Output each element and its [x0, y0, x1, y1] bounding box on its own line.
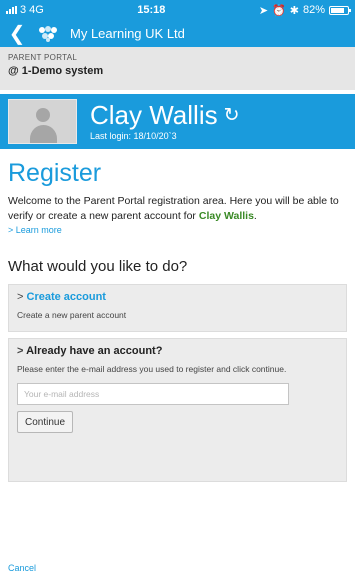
intro-text: Welcome to the Parent Portal registratio… [8, 194, 347, 224]
bluetooth-icon: ✱ [289, 4, 299, 17]
page-title: Register [8, 159, 102, 187]
existing-account-subtitle: Please enter the e-mail address you used… [17, 364, 287, 374]
main-content: Register Welcome to the Parent Portal re… [0, 158, 355, 482]
existing-account-title: Already have an account? [26, 345, 163, 357]
create-account-card[interactable]: > Create account Create a new parent acc… [8, 284, 347, 332]
location-icon: ➤ [258, 4, 269, 17]
create-arrow: > [17, 291, 24, 303]
continue-button[interactable]: Continue [17, 411, 74, 433]
last-login: Last login: 18/10/20`3 [90, 131, 240, 141]
existing-account-card: > Already have an account? Please enter … [8, 338, 347, 482]
status-left: 3 4G [6, 4, 44, 16]
intro-end: . [253, 210, 257, 222]
create-account-link[interactable]: Create account [27, 291, 106, 303]
user-info: Clay Wallis ↻ Last login: 18/10/20`3 [90, 102, 240, 141]
portal-label: PARENT PORTAL [8, 53, 78, 62]
user-banner: Clay Wallis ↻ Last login: 18/10/20`3 [0, 94, 355, 149]
intro-body: Welcome to the Parent Portal registratio… [8, 195, 339, 222]
network-label: 4G [29, 4, 44, 16]
cancel-link[interactable]: Cancel [8, 563, 36, 573]
status-right: ➤ ⏰ ✱ 82% [258, 4, 351, 17]
app-title: My Learning UK Ltd [70, 26, 185, 41]
portal-header: PARENT PORTAL @ 1-Demo system [0, 47, 355, 90]
app-bar: ❮ My Learning UK Ltd [0, 20, 355, 47]
clock: 15:18 [137, 4, 166, 16]
chevron-left-icon[interactable]: ❮ [8, 24, 26, 44]
battery-icon [329, 5, 351, 15]
signal-strength-icon [6, 6, 17, 14]
create-account-subtitle: Create a new parent account [17, 310, 127, 320]
user-name: Clay Wallis [90, 100, 218, 130]
question-heading: What would you like to do? [8, 258, 188, 275]
user-name-row: Clay Wallis ↻ [90, 102, 240, 128]
last-login-label: Last login: [90, 131, 132, 141]
carrier-label: 3 [20, 4, 27, 16]
status-bar: 3 4G 15:18 ➤ ⏰ ✱ 82% [0, 0, 355, 20]
intro-child-name: Clay Wallis [198, 210, 254, 222]
system-name: @ 1-Demo system [8, 65, 104, 77]
learn-more-link[interactable]: > Learn more [8, 225, 347, 235]
alarm-icon: ⏰ [272, 4, 286, 17]
user-avatar-icon [8, 99, 77, 144]
app-logo-icon [36, 24, 60, 44]
last-login-value: 18/10/20`3 [133, 131, 177, 141]
existing-arrow: > [17, 345, 24, 357]
email-field[interactable] [17, 383, 289, 405]
create-account-head: > Create account [17, 291, 338, 303]
refresh-icon[interactable]: ↻ [224, 106, 240, 125]
battery-percent: 82% [302, 4, 325, 16]
existing-account-head: > Already have an account? [17, 345, 338, 357]
